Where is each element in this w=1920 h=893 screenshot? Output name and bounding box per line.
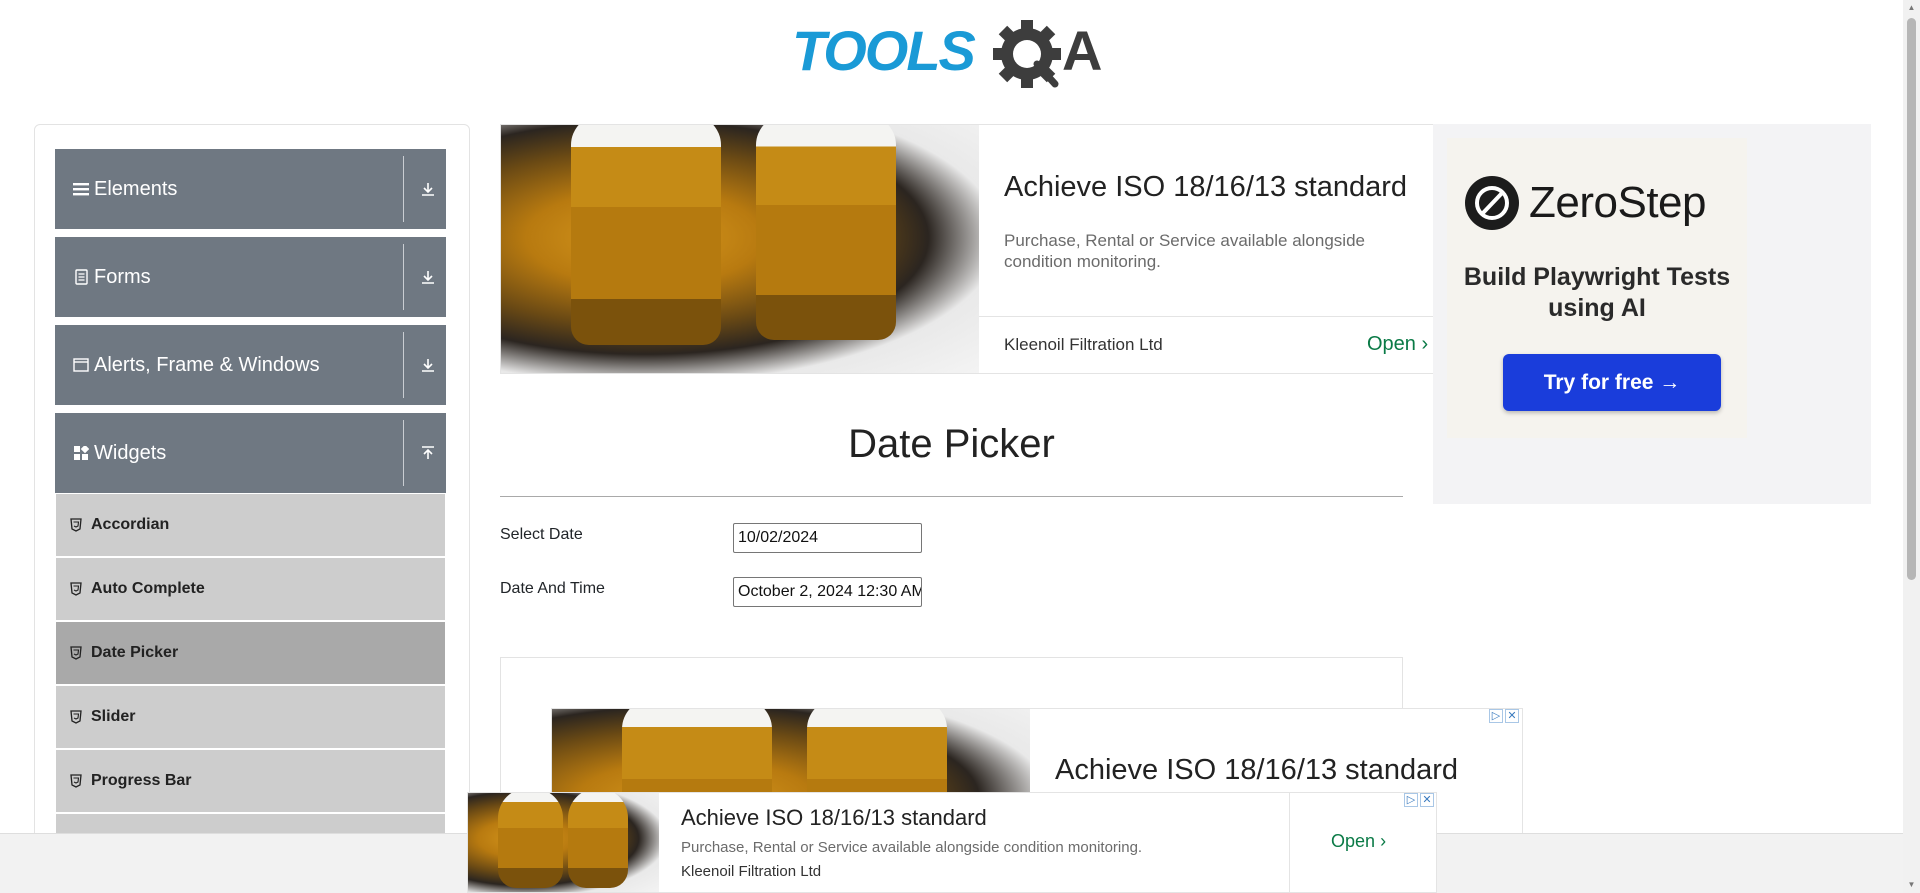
ad-open-label: Open [1367, 333, 1416, 355]
try-for-free-button[interactable]: Try for free → [1503, 354, 1721, 411]
group-divider [403, 332, 404, 398]
sidebar-item-label: Slider [91, 708, 136, 725]
sidebar-group-elements[interactable]: Elements [55, 149, 446, 229]
adchoices-icon[interactable]: ▷ [1489, 709, 1503, 723]
ad-company: Kleenoil Filtration Ltd [1004, 335, 1163, 354]
html5-icon [70, 774, 84, 788]
hamburger-icon [72, 180, 90, 198]
date-time-label: Date And Time [500, 580, 605, 597]
ad-company: Kleenoil Filtration Ltd [681, 863, 822, 880]
chevron-right-icon: › [1421, 333, 1429, 355]
sidebar-group-widgets[interactable]: Widgets [55, 413, 446, 493]
right-advertisement[interactable]: ZeroStep Build Playwright Tests using AI… [1433, 124, 1871, 504]
download-arrow-icon[interactable] [418, 179, 438, 199]
ad-title: Achieve ISO 18/16/13 standard [681, 805, 987, 830]
zerostep-card: ZeroStep Build Playwright Tests using AI… [1447, 138, 1747, 438]
ad-open-label: Open [1331, 831, 1376, 851]
adchoices-icon[interactable]: ▷ [1404, 793, 1418, 807]
toolsqa-logo-graphic: TOOLS A [792, 19, 1102, 88]
sidebar-item-auto-complete[interactable]: Auto Complete [56, 558, 445, 620]
sidebar-item-label: Date Picker [91, 644, 179, 661]
gear-magnifier-icon [993, 20, 1061, 88]
title-divider [500, 496, 1403, 497]
sidebar-group-label: Alerts, Frame & Windows [94, 353, 320, 376]
sidebar-group-forms[interactable]: Forms [55, 237, 446, 317]
upload-arrow-icon[interactable] [418, 443, 438, 463]
date-time-input[interactable]: October 2, 2024 12:30 AM [733, 577, 922, 607]
sidebar-group-label: Widgets [94, 441, 167, 464]
group-divider [403, 156, 404, 222]
select-date-label: Select Date [500, 526, 583, 543]
ad-divider [1289, 793, 1290, 892]
html5-icon [70, 582, 84, 596]
sidebar-group-alerts[interactable]: Alerts, Frame & Windows [55, 325, 446, 405]
vertical-scrollbar[interactable]: ▲ ▼ [1903, 0, 1920, 893]
sidebar-item-slider[interactable]: Slider [56, 686, 445, 748]
ad-title: Achieve ISO 18/16/13 standard [1055, 754, 1459, 786]
sidebar-item-label: Auto Complete [91, 580, 205, 597]
sidebar-item-label: Progress Bar [91, 772, 192, 789]
sidebar-group-label: Forms [94, 265, 151, 288]
chevron-right-icon: › [1380, 831, 1387, 851]
window-icon [72, 356, 90, 374]
ad-open-link[interactable]: Open › [1331, 831, 1386, 852]
widgets-grid-icon [72, 444, 90, 462]
ad-product-image [501, 125, 979, 373]
ad-title: Achieve ISO 18/16/13 standard [1004, 171, 1408, 203]
zerostep-logo-icon [1465, 176, 1519, 230]
ad-close-icon[interactable]: ✕ [1420, 793, 1434, 807]
document-icon [72, 268, 90, 286]
ad-subtitle: Purchase, Rental or Service available al… [1004, 231, 1365, 271]
html5-icon [70, 646, 84, 660]
sidebar-item-date-picker[interactable]: Date Picker [56, 622, 445, 684]
zerostep-brand: ZeroStep [1529, 178, 1706, 227]
group-divider [403, 244, 404, 310]
ad-close-icon[interactable]: ✕ [1505, 709, 1519, 723]
logo-tools-text: TOOLS [792, 19, 976, 82]
scrollbar-thumb[interactable] [1907, 18, 1916, 580]
sidebar-group-label: Elements [94, 177, 178, 200]
bottom-advertisement[interactable]: Achieve ISO 18/16/13 standard Purchase, … [467, 792, 1437, 893]
sidebar-item-progress-bar[interactable]: Progress Bar [56, 750, 445, 812]
group-divider [403, 420, 404, 486]
select-date-input[interactable]: 10/02/2024 [733, 523, 922, 553]
page: TOOLS A Elements Forms Alerts, Frame & W… [0, 0, 1920, 893]
html5-icon [70, 710, 84, 724]
sidebar-item-accordian[interactable]: Accordian [56, 494, 445, 556]
ad-subtitle: Purchase, Rental or Service available al… [681, 839, 1143, 856]
scroll-down-icon[interactable]: ▼ [1907, 880, 1916, 889]
toolsqa-logo[interactable]: TOOLS A [792, 14, 1116, 90]
ad-divider [979, 316, 1434, 317]
page-title: Date Picker [848, 422, 1055, 466]
ad-open-link[interactable]: Open › [1367, 333, 1428, 356]
top-advertisement[interactable]: Achieve ISO 18/16/13 standard Purchase, … [500, 124, 1435, 374]
sidebar-item-label: Accordian [91, 516, 170, 533]
zerostep-headline: Build Playwright Tests using AI [1463, 263, 1731, 322]
logo-a-text: A [1062, 19, 1102, 82]
download-arrow-icon[interactable] [418, 355, 438, 375]
scroll-up-icon[interactable]: ▲ [1907, 3, 1916, 12]
html5-icon [70, 518, 84, 532]
download-arrow-icon[interactable] [418, 267, 438, 287]
ad-product-image [468, 793, 659, 892]
